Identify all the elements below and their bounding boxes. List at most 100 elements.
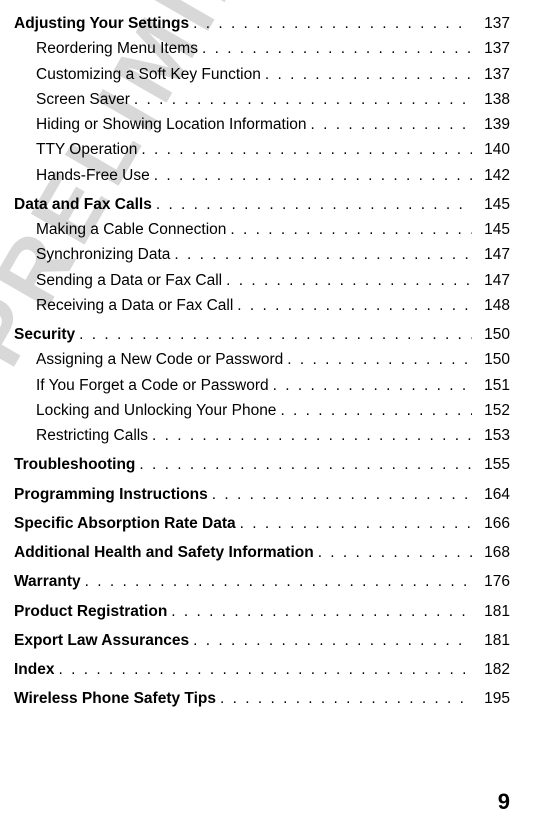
toc-page: 155 [472, 453, 510, 476]
toc-dots [208, 483, 472, 506]
toc-title: Warranty [14, 570, 81, 593]
toc-entry: Customizing a Soft Key Function 137 [14, 63, 510, 86]
toc-dots [222, 269, 472, 292]
toc-page: 137 [472, 63, 510, 86]
toc-dots [137, 138, 472, 161]
toc-page: 195 [472, 687, 510, 710]
toc-page: 181 [472, 600, 510, 623]
toc-title: Customizing a Soft Key Function [36, 63, 261, 86]
toc-entry: Security 150 [14, 323, 510, 346]
toc-title: Troubleshooting [14, 453, 135, 476]
toc-page: 140 [472, 138, 510, 161]
toc-entry: If You Forget a Code or Password 151 [14, 374, 510, 397]
toc-title: Wireless Phone Safety Tips [14, 687, 216, 710]
toc-page: 139 [472, 113, 510, 136]
toc-page: 145 [472, 218, 510, 241]
toc-entry: Additional Health and Safety Information… [14, 541, 510, 564]
toc-page: 153 [472, 424, 510, 447]
toc-dots [198, 37, 472, 60]
toc-page: 148 [472, 294, 510, 317]
toc-dots [54, 658, 472, 681]
toc-dots [130, 88, 472, 111]
toc-page: 142 [472, 164, 510, 187]
toc-entry: Warranty 176 [14, 570, 510, 593]
toc-page: 152 [472, 399, 510, 422]
toc-entry: Making a Cable Connection 145 [14, 218, 510, 241]
toc-dots [233, 294, 472, 317]
toc-dots [189, 629, 472, 652]
toc-dots [226, 218, 472, 241]
toc-dots [152, 193, 472, 216]
toc-title: Export Law Assurances [14, 629, 189, 652]
toc-title: Screen Saver [36, 88, 130, 111]
toc-dots [261, 63, 472, 86]
toc-entry: Assigning a New Code or Password 150 [14, 348, 510, 371]
toc-page: 182 [472, 658, 510, 681]
toc-page: 150 [472, 323, 510, 346]
toc-dots [135, 453, 472, 476]
toc-title: Reordering Menu Items [36, 37, 198, 60]
toc-dots [150, 164, 472, 187]
toc-entry: Hands-Free Use 142 [14, 164, 510, 187]
toc-page: 151 [472, 374, 510, 397]
toc-page: 181 [472, 629, 510, 652]
toc-entry: Index 182 [14, 658, 510, 681]
toc-dots [283, 348, 472, 371]
toc-page: 147 [472, 243, 510, 266]
toc-page: 150 [472, 348, 510, 371]
toc-page: 147 [472, 269, 510, 292]
page-number: 9 [498, 789, 510, 815]
toc-title: Programming Instructions [14, 483, 208, 506]
toc-entry: Export Law Assurances 181 [14, 629, 510, 652]
toc-dots [148, 424, 472, 447]
toc-entry: Receiving a Data or Fax Call 148 [14, 294, 510, 317]
toc-title: Synchronizing Data [36, 243, 170, 266]
toc-dots [189, 12, 472, 35]
toc-page: 138 [472, 88, 510, 111]
toc-content: Adjusting Your Settings 137 Reordering M… [14, 12, 510, 711]
toc-title: Data and Fax Calls [14, 193, 152, 216]
toc-dots [167, 600, 472, 623]
toc-page: 166 [472, 512, 510, 535]
toc-page: 168 [472, 541, 510, 564]
toc-dots [307, 113, 472, 136]
toc-title: TTY Operation [36, 138, 137, 161]
toc-title: Adjusting Your Settings [14, 12, 189, 35]
toc-dots [276, 399, 472, 422]
toc-entry: Locking and Unlocking Your Phone 152 [14, 399, 510, 422]
toc-entry: Data and Fax Calls 145 [14, 193, 510, 216]
toc-title: Hands-Free Use [36, 164, 150, 187]
toc-page: 137 [472, 37, 510, 60]
toc-page: 164 [472, 483, 510, 506]
toc-dots [269, 374, 472, 397]
toc-entry: Troubleshooting 155 [14, 453, 510, 476]
toc-page: 145 [472, 193, 510, 216]
toc-title: Hiding or Showing Location Information [36, 113, 307, 136]
toc-entry: Product Registration 181 [14, 600, 510, 623]
toc-entry: Wireless Phone Safety Tips 195 [14, 687, 510, 710]
toc-entry: Reordering Menu Items 137 [14, 37, 510, 60]
toc-entry: Synchronizing Data 147 [14, 243, 510, 266]
toc-dots [81, 570, 472, 593]
toc-title: Restricting Calls [36, 424, 148, 447]
toc-title: Making a Cable Connection [36, 218, 226, 241]
toc-entry: Hiding or Showing Location Information 1… [14, 113, 510, 136]
toc-dots [216, 687, 472, 710]
toc-entry: Adjusting Your Settings 137 [14, 12, 510, 35]
toc-entry: Sending a Data or Fax Call 147 [14, 269, 510, 292]
toc-dots [75, 323, 472, 346]
toc-title: Specific Absorption Rate Data [14, 512, 236, 535]
toc-entry: Screen Saver 138 [14, 88, 510, 111]
toc-page: 137 [472, 12, 510, 35]
toc-entry: Specific Absorption Rate Data 166 [14, 512, 510, 535]
toc-dots [170, 243, 472, 266]
toc-title: Product Registration [14, 600, 167, 623]
toc-entry: Programming Instructions 164 [14, 483, 510, 506]
toc-dots [236, 512, 472, 535]
toc-dots [314, 541, 472, 564]
toc-title: Sending a Data or Fax Call [36, 269, 222, 292]
toc-page: 176 [472, 570, 510, 593]
toc-title: Locking and Unlocking Your Phone [36, 399, 276, 422]
toc-title: Security [14, 323, 75, 346]
toc-title: If You Forget a Code or Password [36, 374, 269, 397]
